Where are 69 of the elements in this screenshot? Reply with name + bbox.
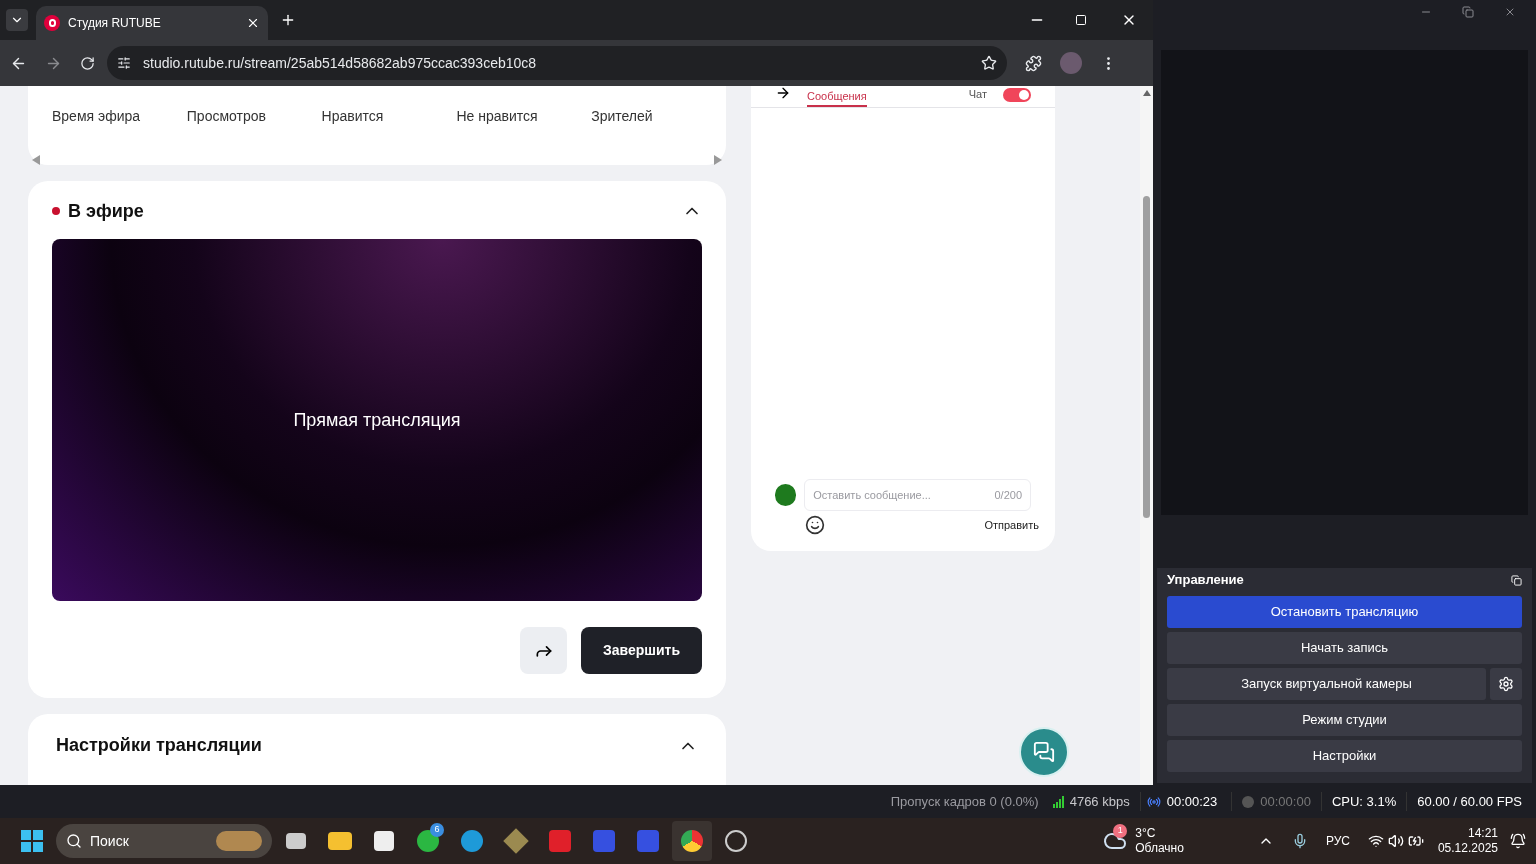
wifi-icon[interactable] bbox=[1367, 833, 1384, 849]
message-field[interactable]: Оставить сообщение... bbox=[813, 486, 995, 504]
control-button[interactable]: Начать запись bbox=[1167, 632, 1522, 664]
settings-button[interactable] bbox=[1490, 668, 1522, 700]
support-chat-button[interactable] bbox=[1019, 727, 1069, 777]
close-icon[interactable] bbox=[246, 16, 260, 30]
video-caption: Прямая трансляция bbox=[293, 408, 461, 432]
record-icon bbox=[1242, 795, 1255, 808]
browser-tab[interactable]: Студия RUTUBE bbox=[36, 6, 268, 40]
dropped-frames: Пропуск кадров 0 (0.0%) bbox=[890, 791, 1039, 812]
clock[interactable]: 14:21 05.12.2025 bbox=[1437, 826, 1498, 856]
notifications-icon[interactable] bbox=[1510, 833, 1526, 849]
section-title: Настройки трансляции bbox=[56, 734, 263, 757]
chat-toggle-label: Чат bbox=[968, 86, 987, 102]
tab-title: Студия RUTUBE bbox=[68, 15, 162, 32]
stat-label: Не нравится bbox=[456, 107, 539, 126]
tab-list-button[interactable] bbox=[6, 9, 28, 31]
undock-icon[interactable] bbox=[1511, 574, 1522, 586]
cpu-usage: CPU: 3.1% bbox=[1331, 791, 1408, 812]
search-icon bbox=[66, 833, 82, 849]
language-indicator[interactable]: РУС bbox=[1325, 832, 1350, 850]
battery-icon[interactable] bbox=[1407, 833, 1424, 849]
weather-badge: 1 bbox=[1113, 824, 1128, 838]
taskbar-search[interactable]: Поиск bbox=[56, 824, 272, 858]
stat-label: Зрителей bbox=[591, 107, 654, 126]
bitrate: 4766 kbps bbox=[1069, 791, 1141, 812]
control-button[interactable]: Режим студии bbox=[1167, 704, 1522, 736]
fps: 60.00 / 60.00 FPS bbox=[1417, 792, 1522, 811]
extensions-icon[interactable] bbox=[1025, 54, 1042, 72]
panel-title: Управление bbox=[1167, 571, 1245, 590]
gear-icon bbox=[1498, 676, 1514, 692]
stream-time: 00:00:23 bbox=[1166, 791, 1233, 812]
send-button[interactable]: Отправить bbox=[984, 516, 1039, 534]
record-time: 00:00:00 bbox=[1260, 791, 1322, 812]
restore-icon[interactable] bbox=[1462, 6, 1474, 18]
stat-label: Просмотров bbox=[186, 107, 267, 126]
signal-icon bbox=[1052, 795, 1064, 808]
notification-badge: 6 bbox=[430, 823, 444, 837]
control-button[interactable]: Остановить трансляцию bbox=[1167, 596, 1522, 628]
scroll-right-icon[interactable] bbox=[714, 155, 722, 165]
volume-icon[interactable] bbox=[1387, 833, 1404, 849]
new-tab-icon[interactable] bbox=[280, 12, 296, 28]
section-title: В эфире bbox=[68, 199, 145, 223]
stat-label: Нравится bbox=[321, 107, 385, 126]
share-button[interactable] bbox=[520, 627, 567, 674]
rutube-logo-icon bbox=[44, 15, 60, 31]
control-button[interactable]: Настройки bbox=[1167, 740, 1522, 772]
emoji-icon[interactable] bbox=[805, 515, 825, 535]
collapse-chat-icon[interactable] bbox=[775, 86, 791, 101]
chrome-icon[interactable] bbox=[672, 821, 712, 861]
user-avatar bbox=[775, 484, 797, 506]
chat-toggle[interactable] bbox=[1003, 88, 1031, 102]
site-info-icon[interactable] bbox=[117, 56, 131, 70]
messages-tab[interactable]: Сообщения bbox=[807, 91, 867, 107]
search-placeholder: Поиск bbox=[90, 831, 130, 851]
reload-icon[interactable] bbox=[80, 55, 95, 71]
char-counter: 0/200 bbox=[994, 487, 1022, 503]
url-text: studio.rutube.ru/stream/25ab514d58682ab975ccac393ceb10c8 bbox=[143, 53, 538, 73]
maximize-icon[interactable] bbox=[1075, 14, 1087, 26]
address-bar[interactable]: studio.rutube.ru/stream/25ab514d58682ab975ccac393ceb10c8 bbox=[107, 46, 1007, 80]
stat-label: Время эфира bbox=[52, 107, 142, 126]
control-button[interactable]: Запуск виртуальной камеры bbox=[1167, 668, 1486, 700]
stream-icon bbox=[1146, 794, 1161, 809]
weather-condition: Облачно bbox=[1135, 841, 1184, 856]
scroll-left-icon[interactable] bbox=[32, 155, 40, 165]
end-stream-button[interactable]: Завершить bbox=[581, 627, 702, 674]
chat-bubbles-icon bbox=[1033, 741, 1055, 763]
weather-temp: 3°C bbox=[1135, 826, 1157, 841]
bookmark-star-icon[interactable] bbox=[981, 55, 997, 71]
